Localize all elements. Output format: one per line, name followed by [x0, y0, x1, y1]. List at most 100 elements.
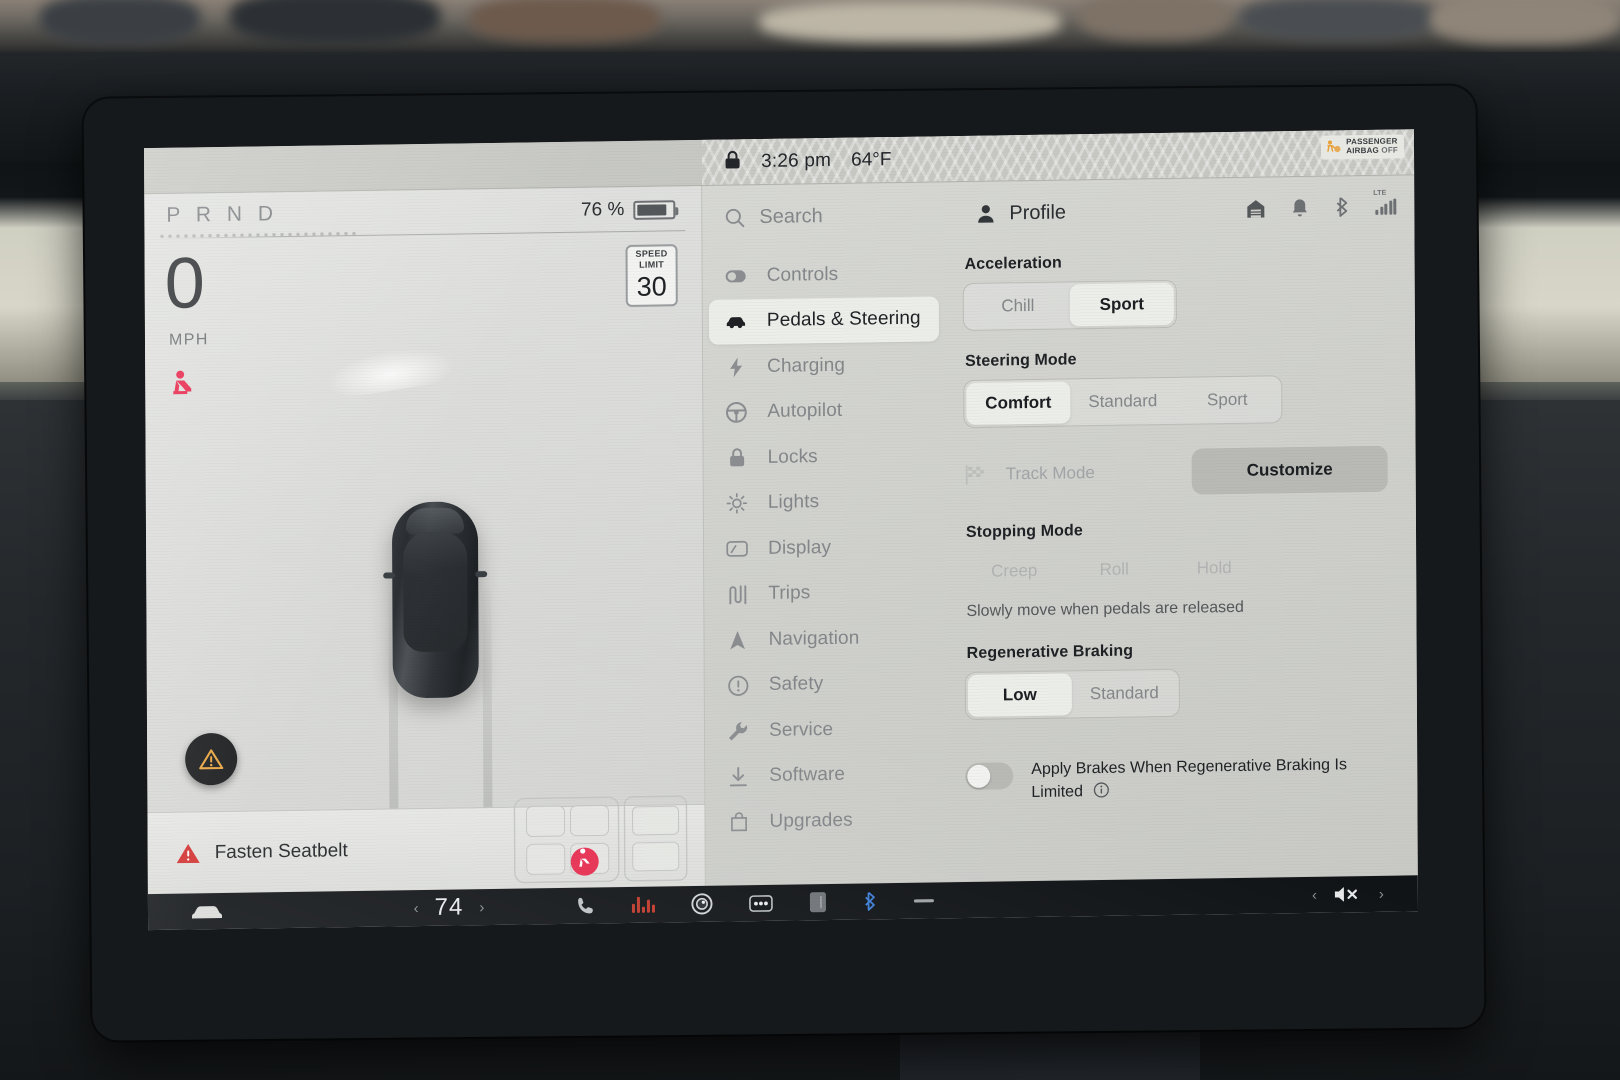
- stopping-option-creep[interactable]: Creep: [964, 549, 1064, 592]
- regen-option-standard[interactable]: Standard: [1072, 672, 1177, 716]
- checkered-flag-icon: [964, 464, 1006, 485]
- apply-brakes-toggle[interactable]: [965, 762, 1014, 790]
- car-top-view: [383, 501, 488, 699]
- dock-app-shortcuts: [554, 884, 1312, 917]
- info-icon[interactable]: [1093, 782, 1109, 806]
- steering-option-comfort[interactable]: Comfort: [966, 381, 1071, 425]
- battery-icon: [633, 199, 676, 220]
- steering-option-standard[interactable]: Standard: [1070, 380, 1175, 424]
- sidebar-item-service[interactable]: Service: [711, 705, 941, 754]
- camera-icon[interactable]: [691, 893, 713, 915]
- lock-icon: [726, 447, 748, 469]
- card-icon[interactable]: [809, 891, 827, 913]
- outside-temperature[interactable]: 64°F: [851, 149, 891, 172]
- sidebar-item-navigation[interactable]: Navigation: [710, 614, 940, 663]
- sidebar-item-safety[interactable]: Safety: [711, 660, 941, 709]
- volume-next-chevron[interactable]: ›: [1379, 885, 1384, 902]
- media-icon[interactable]: [631, 896, 655, 913]
- bluetooth-icon[interactable]: [863, 891, 877, 911]
- battery-status[interactable]: 76 %: [580, 198, 676, 221]
- sun-icon: [726, 492, 748, 514]
- lock-icon[interactable]: [724, 150, 741, 174]
- driving-visualization: P R N D 76 % 0 MPH SPEED LIMIT 30 Fasten…: [144, 185, 706, 895]
- current-speed: 0: [164, 243, 205, 324]
- stopping-mode-hint: Slowly move when pedals are released: [966, 598, 1244, 620]
- garage-home-icon[interactable]: [1246, 198, 1265, 218]
- stopping-option-roll[interactable]: Roll: [1064, 548, 1164, 591]
- display-icon: [726, 538, 748, 560]
- minimize-icon[interactable]: [913, 896, 935, 904]
- profile-label: Profile: [1009, 200, 1067, 224]
- track-mode-label[interactable]: Track Mode: [1006, 462, 1192, 485]
- sidebar-item-controls[interactable]: Controls: [709, 250, 939, 299]
- sidebar-item-autopilot[interactable]: Autopilot: [709, 387, 939, 436]
- sidebar-item-locks[interactable]: Locks: [710, 432, 940, 481]
- battery-percent: 76 %: [580, 199, 625, 221]
- customize-button[interactable]: Customize: [1191, 445, 1388, 495]
- sidebar-item-label: Navigation: [768, 627, 860, 650]
- apply-brakes-label: Apply Brakes When Regenerative Braking I…: [1031, 756, 1347, 801]
- speed-limit-label-2: LIMIT: [639, 258, 665, 270]
- apply-brakes-label-wrap: Apply Brakes When Regenerative Braking I…: [1031, 754, 1351, 806]
- seat-occupancy-diagram: [513, 795, 688, 884]
- sidebar-item-upgrades[interactable]: Upgrades: [711, 796, 941, 845]
- sidebar-item-charging[interactable]: Charging: [709, 341, 939, 390]
- status-bar-left-blank: [144, 140, 702, 193]
- alert-message: Fasten Seatbelt: [214, 839, 348, 863]
- stopping-option-hold[interactable]: Hold: [1164, 547, 1264, 590]
- sidebar-item-pedals-and-steering[interactable]: Pedals & Steering: [708, 295, 940, 345]
- sidebar-item-label: Safety: [768, 673, 824, 696]
- stopping-mode-segmented-control: Creep Roll Hold: [964, 545, 1388, 593]
- volume-mute-icon[interactable]: [1333, 884, 1363, 904]
- bluetooth-icon[interactable]: [1334, 196, 1349, 217]
- stopping-mode-title: Stopping Mode: [965, 522, 1083, 541]
- sidebar-item-lights[interactable]: Lights: [710, 478, 940, 527]
- sidebar-item-display[interactable]: Display: [710, 523, 940, 572]
- phone-icon[interactable]: [576, 895, 596, 915]
- pedals-and-steering-pane: Acceleration Chill Sport Steering Mode C…: [951, 239, 1418, 882]
- speed-limit-sign: SPEED LIMIT 30: [625, 244, 678, 307]
- more-dots-icon[interactable]: [749, 894, 773, 912]
- gear-selector-indicator: P R N D: [166, 202, 279, 227]
- climate-decrease-button[interactable]: ‹: [414, 900, 419, 917]
- car-icon: [725, 310, 747, 332]
- acceleration-option-chill[interactable]: Chill: [966, 284, 1070, 328]
- climate-control[interactable]: ‹ 74 ›: [344, 892, 554, 923]
- search-placeholder: Search: [759, 204, 823, 228]
- sidebar-item-software[interactable]: Software: [711, 751, 941, 800]
- alert-banner[interactable]: Fasten Seatbelt: [147, 795, 705, 895]
- profile-button[interactable]: Profile: [976, 201, 1066, 225]
- sidebar-item-label: Pedals & Steering: [766, 307, 921, 332]
- dock-car-button[interactable]: [148, 901, 344, 921]
- steering-mode-title: Steering Mode: [965, 351, 1077, 370]
- acceleration-segmented-control: Chill Sport: [962, 279, 1177, 331]
- clock[interactable]: 3:26 pm: [761, 149, 831, 172]
- network-type-label: LTE: [1373, 189, 1387, 197]
- app-top-bar: Search Profile LTE: [702, 175, 1414, 250]
- speed-unit: MPH: [168, 331, 209, 349]
- bell-icon[interactable]: [1291, 197, 1308, 217]
- app-status-icons: LTE: [1246, 189, 1397, 219]
- navigation-arrow-icon: [727, 629, 749, 651]
- regenerative-braking-segmented-control: Low Standard: [964, 668, 1180, 720]
- warning-triangle-icon: [199, 749, 224, 770]
- search-input[interactable]: Search: [724, 202, 976, 229]
- volume-prev-chevron[interactable]: ‹: [1312, 886, 1317, 903]
- car-icon: [192, 905, 223, 918]
- sidebar-item-label: Locks: [767, 445, 818, 468]
- speed-limit-label-1: SPEED: [635, 248, 668, 260]
- sidebar-item-trips[interactable]: Trips: [710, 569, 940, 618]
- vehicle-warning-badge[interactable]: [185, 732, 238, 786]
- climate-temperature[interactable]: 74: [435, 893, 464, 921]
- wrench-icon: [727, 720, 749, 742]
- track-mode-row: Track Mode Customize: [964, 445, 1388, 498]
- bolt-icon: [725, 356, 747, 378]
- climate-increase-button[interactable]: ›: [479, 899, 484, 916]
- speed-limit-value: 30: [636, 270, 667, 302]
- lte-signal-icon[interactable]: LTE: [1373, 189, 1397, 215]
- steering-option-sport[interactable]: Sport: [1175, 378, 1279, 422]
- acceleration-option-sport[interactable]: Sport: [1069, 282, 1174, 327]
- regen-option-low[interactable]: Low: [967, 673, 1072, 717]
- sidebar-item-label: Service: [768, 718, 834, 741]
- dock-volume-controls: ‹ ›: [1312, 883, 1418, 905]
